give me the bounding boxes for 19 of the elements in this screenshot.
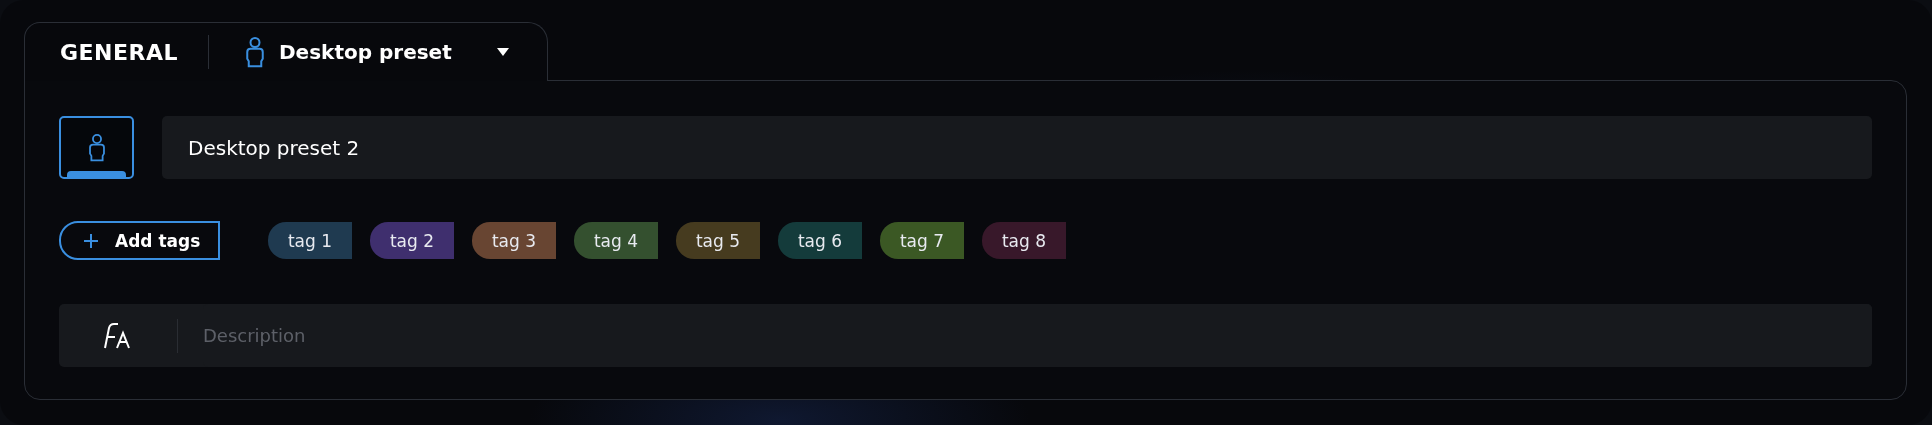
add-tags-button[interactable]: Add tags	[59, 221, 220, 260]
plus-icon	[83, 232, 99, 249]
tag[interactable]: tag 1	[268, 222, 352, 259]
tag[interactable]: tag 2	[370, 222, 454, 259]
tag[interactable]: tag 3	[472, 222, 556, 259]
person-icon	[245, 35, 265, 69]
tag[interactable]: tag 5	[676, 222, 760, 259]
description-field[interactable]: Description	[59, 304, 1872, 367]
tag[interactable]: tag 6	[778, 222, 862, 259]
preset-icon-button[interactable]	[59, 116, 134, 179]
preset-name-field[interactable]: Desktop preset 2	[162, 116, 1872, 179]
tag[interactable]: tag 8	[982, 222, 1066, 259]
tag[interactable]: tag 7	[880, 222, 964, 259]
font-size-icon	[103, 322, 133, 349]
tab-title[interactable]: GENERAL	[60, 39, 178, 65]
caret-icon[interactable]	[495, 47, 510, 57]
tag[interactable]: tag 4	[574, 222, 658, 259]
preset-dropdown[interactable]: Desktop preset	[279, 40, 452, 64]
person-icon	[87, 132, 106, 163]
